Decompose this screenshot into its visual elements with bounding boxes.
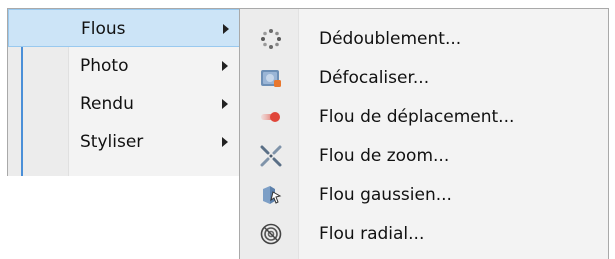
motion-blur-icon [260,106,282,128]
submenu-arrow-icon [222,137,228,147]
radial-blur-icon [260,223,282,245]
blur-submenu: Dédoublement... Défocaliser... Flou de d… [239,8,609,259]
menu-item-styliser[interactable]: Styliser [8,123,246,161]
menu-item-label: Rendu [80,94,134,114]
submenu-item-label: Dédoublement... [319,29,462,49]
menu-item-label: Styliser [80,132,144,152]
submenu-item-label: Flou gaussien... [319,185,452,205]
submenu-item-dedoublement[interactable]: Dédoublement... [240,19,608,59]
zoom-blur-icon [260,145,282,167]
submenu-item-defocaliser[interactable]: Défocaliser... [240,58,608,98]
submenu-item-flou-zoom[interactable]: Flou de zoom... [240,136,608,176]
submenu-item-label: Défocaliser... [319,68,430,88]
submenu-item-flou-gaussien[interactable]: Flou gaussien... [240,175,608,215]
menu-item-label: Flous [81,19,126,39]
defocus-icon [260,67,282,89]
submenu-arrow-icon [223,24,229,34]
submenu-item-label: Flou radial... [319,224,425,244]
submenu-arrow-icon [222,61,228,71]
submenu-item-flou-radial[interactable]: Flou radial... [240,214,608,254]
gaussian-blur-icon [260,184,282,206]
submenu-item-label: Flou de zoom... [319,146,450,166]
menu-item-photo[interactable]: Photo [8,47,246,85]
menu-item-rendu[interactable]: Rendu [8,85,246,123]
submenu-arrow-icon [222,99,228,109]
submenu-item-label: Flou de déplacement... [319,107,515,127]
menu-item-label: Photo [80,56,129,76]
menu-item-flous[interactable]: Flous [8,9,246,47]
submenu-item-flou-deplacement[interactable]: Flou de déplacement... [240,97,608,137]
effects-menu: Flous Photo Rendu Styliser [7,8,247,176]
dots-ring-icon [260,28,282,50]
